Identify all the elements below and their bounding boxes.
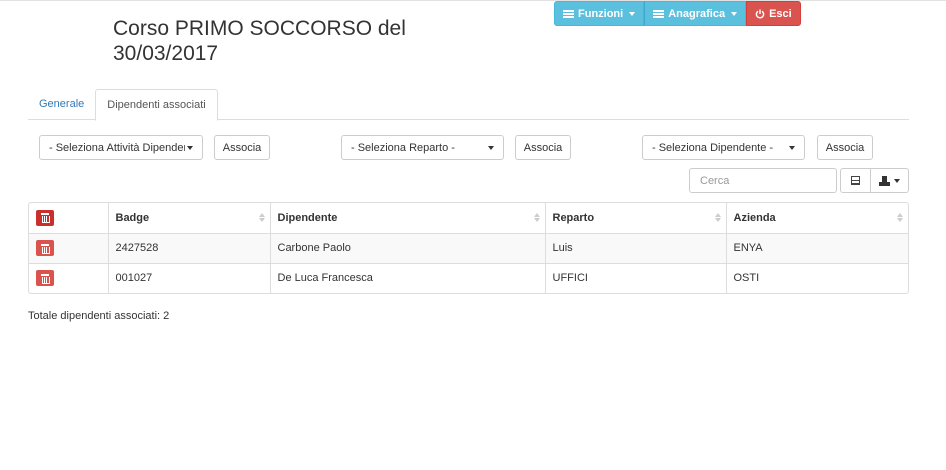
export-dropdown-button[interactable] bbox=[870, 168, 909, 193]
cell-badge: 001027 bbox=[108, 263, 271, 293]
caret-down-icon bbox=[731, 11, 738, 16]
header-delete-all bbox=[29, 203, 109, 234]
list-icon bbox=[563, 9, 574, 18]
table-columns-icon bbox=[851, 176, 860, 185]
list-icon bbox=[653, 9, 665, 18]
cell-reparto: Luis bbox=[545, 233, 727, 264]
select-reparto-dropdown[interactable]: - Seleziona Reparto - bbox=[341, 135, 504, 160]
associa-dipendente-button[interactable]: Associa bbox=[817, 135, 873, 160]
search-placeholder: Cerca bbox=[700, 174, 730, 187]
export-icon bbox=[879, 175, 890, 186]
caret-down-icon bbox=[789, 145, 795, 150]
header-reparto-label: Reparto bbox=[552, 211, 595, 224]
trash-icon bbox=[41, 273, 50, 284]
columns-toggle-button[interactable] bbox=[840, 168, 871, 193]
table-row: 2427528 Carbone Paolo Luis ENYA bbox=[29, 233, 908, 264]
select-attivita-dropdown[interactable]: - Seleziona Attività Dipender bbox=[39, 135, 203, 160]
associa-label: Associa bbox=[222, 141, 262, 154]
header-dipendente[interactable]: Dipendente bbox=[270, 203, 546, 234]
cell-badge: 2427528 bbox=[108, 233, 271, 264]
sort-icon bbox=[714, 213, 721, 222]
cell-azienda: OSTI bbox=[733, 272, 760, 285]
sort-icon bbox=[258, 213, 265, 222]
caret-down-icon bbox=[187, 145, 193, 150]
top-nav-buttons: Funzioni Anagrafica Esci bbox=[554, 1, 801, 26]
funzioni-label: Funzioni bbox=[578, 7, 624, 20]
row-actions bbox=[29, 233, 109, 264]
header-badge-label: Badge bbox=[115, 211, 150, 224]
header-badge[interactable]: Badge bbox=[108, 203, 271, 234]
delete-row-button[interactable] bbox=[36, 270, 54, 287]
table-row: 001027 De Luca Francesca UFFICI OSTI bbox=[29, 263, 908, 293]
associa-attivita-button[interactable]: Associa bbox=[214, 135, 270, 160]
cell-reparto: UFFICI bbox=[545, 263, 727, 293]
top-border bbox=[0, 0, 946, 1]
esci-button[interactable]: Esci bbox=[746, 1, 801, 26]
cell-azienda: ENYA bbox=[726, 233, 908, 264]
cell-dipendente: Carbone Paolo bbox=[270, 233, 546, 264]
trash-icon bbox=[41, 243, 50, 254]
employees-table: Badge Dipendente Reparto Azienda 2427528… bbox=[28, 202, 909, 294]
select-attivita-value: - Seleziona Attività Dipender bbox=[49, 141, 185, 154]
tab-generale[interactable]: Generale bbox=[28, 89, 95, 120]
select-dipendente-dropdown[interactable]: - Seleziona Dipendente - bbox=[642, 135, 805, 160]
sort-icon bbox=[897, 213, 903, 222]
caret-down-icon bbox=[629, 11, 636, 16]
associa-reparto-button[interactable]: Associa bbox=[515, 135, 571, 160]
sort-icon bbox=[533, 213, 540, 222]
delete-row-button[interactable] bbox=[36, 240, 54, 256]
search-input[interactable]: Cerca bbox=[689, 168, 837, 193]
header-reparto[interactable]: Reparto bbox=[545, 203, 727, 234]
header-azienda-label: Azienda bbox=[733, 211, 776, 224]
associa-label: Associa bbox=[825, 141, 865, 154]
tab-bar: Generale Dipendenti associati bbox=[28, 89, 909, 121]
cell-dipendente: De Luca Francesca bbox=[270, 263, 546, 293]
page-title: Corso PRIMO SOCCORSO del 30/03/2017 bbox=[113, 17, 406, 65]
select-reparto-value: - Seleziona Reparto - bbox=[351, 141, 455, 154]
caret-down-icon bbox=[488, 145, 494, 150]
select-dipendente-value: - Seleziona Dipendente - bbox=[652, 141, 774, 154]
anagrafica-menu-button[interactable]: Anagrafica bbox=[644, 1, 747, 26]
esci-label: Esci bbox=[769, 7, 792, 20]
row-actions bbox=[29, 263, 109, 293]
table-header-row: Badge Dipendente Reparto Azienda bbox=[29, 203, 908, 234]
trash-icon bbox=[41, 213, 50, 224]
delete-all-button[interactable] bbox=[36, 209, 54, 226]
anagrafica-label: Anagrafica bbox=[668, 7, 726, 20]
caret-down-icon bbox=[894, 178, 900, 183]
funzioni-menu-button[interactable]: Funzioni bbox=[554, 1, 645, 26]
tab-dipendenti-associati[interactable]: Dipendenti associati bbox=[95, 89, 218, 121]
power-icon bbox=[755, 9, 765, 19]
associa-label: Associa bbox=[523, 141, 563, 154]
total-associated-count: Totale dipendenti associati: 2 bbox=[28, 310, 170, 322]
header-dipendente-label: Dipendente bbox=[277, 211, 338, 224]
header-azienda[interactable]: Azienda bbox=[726, 203, 908, 234]
